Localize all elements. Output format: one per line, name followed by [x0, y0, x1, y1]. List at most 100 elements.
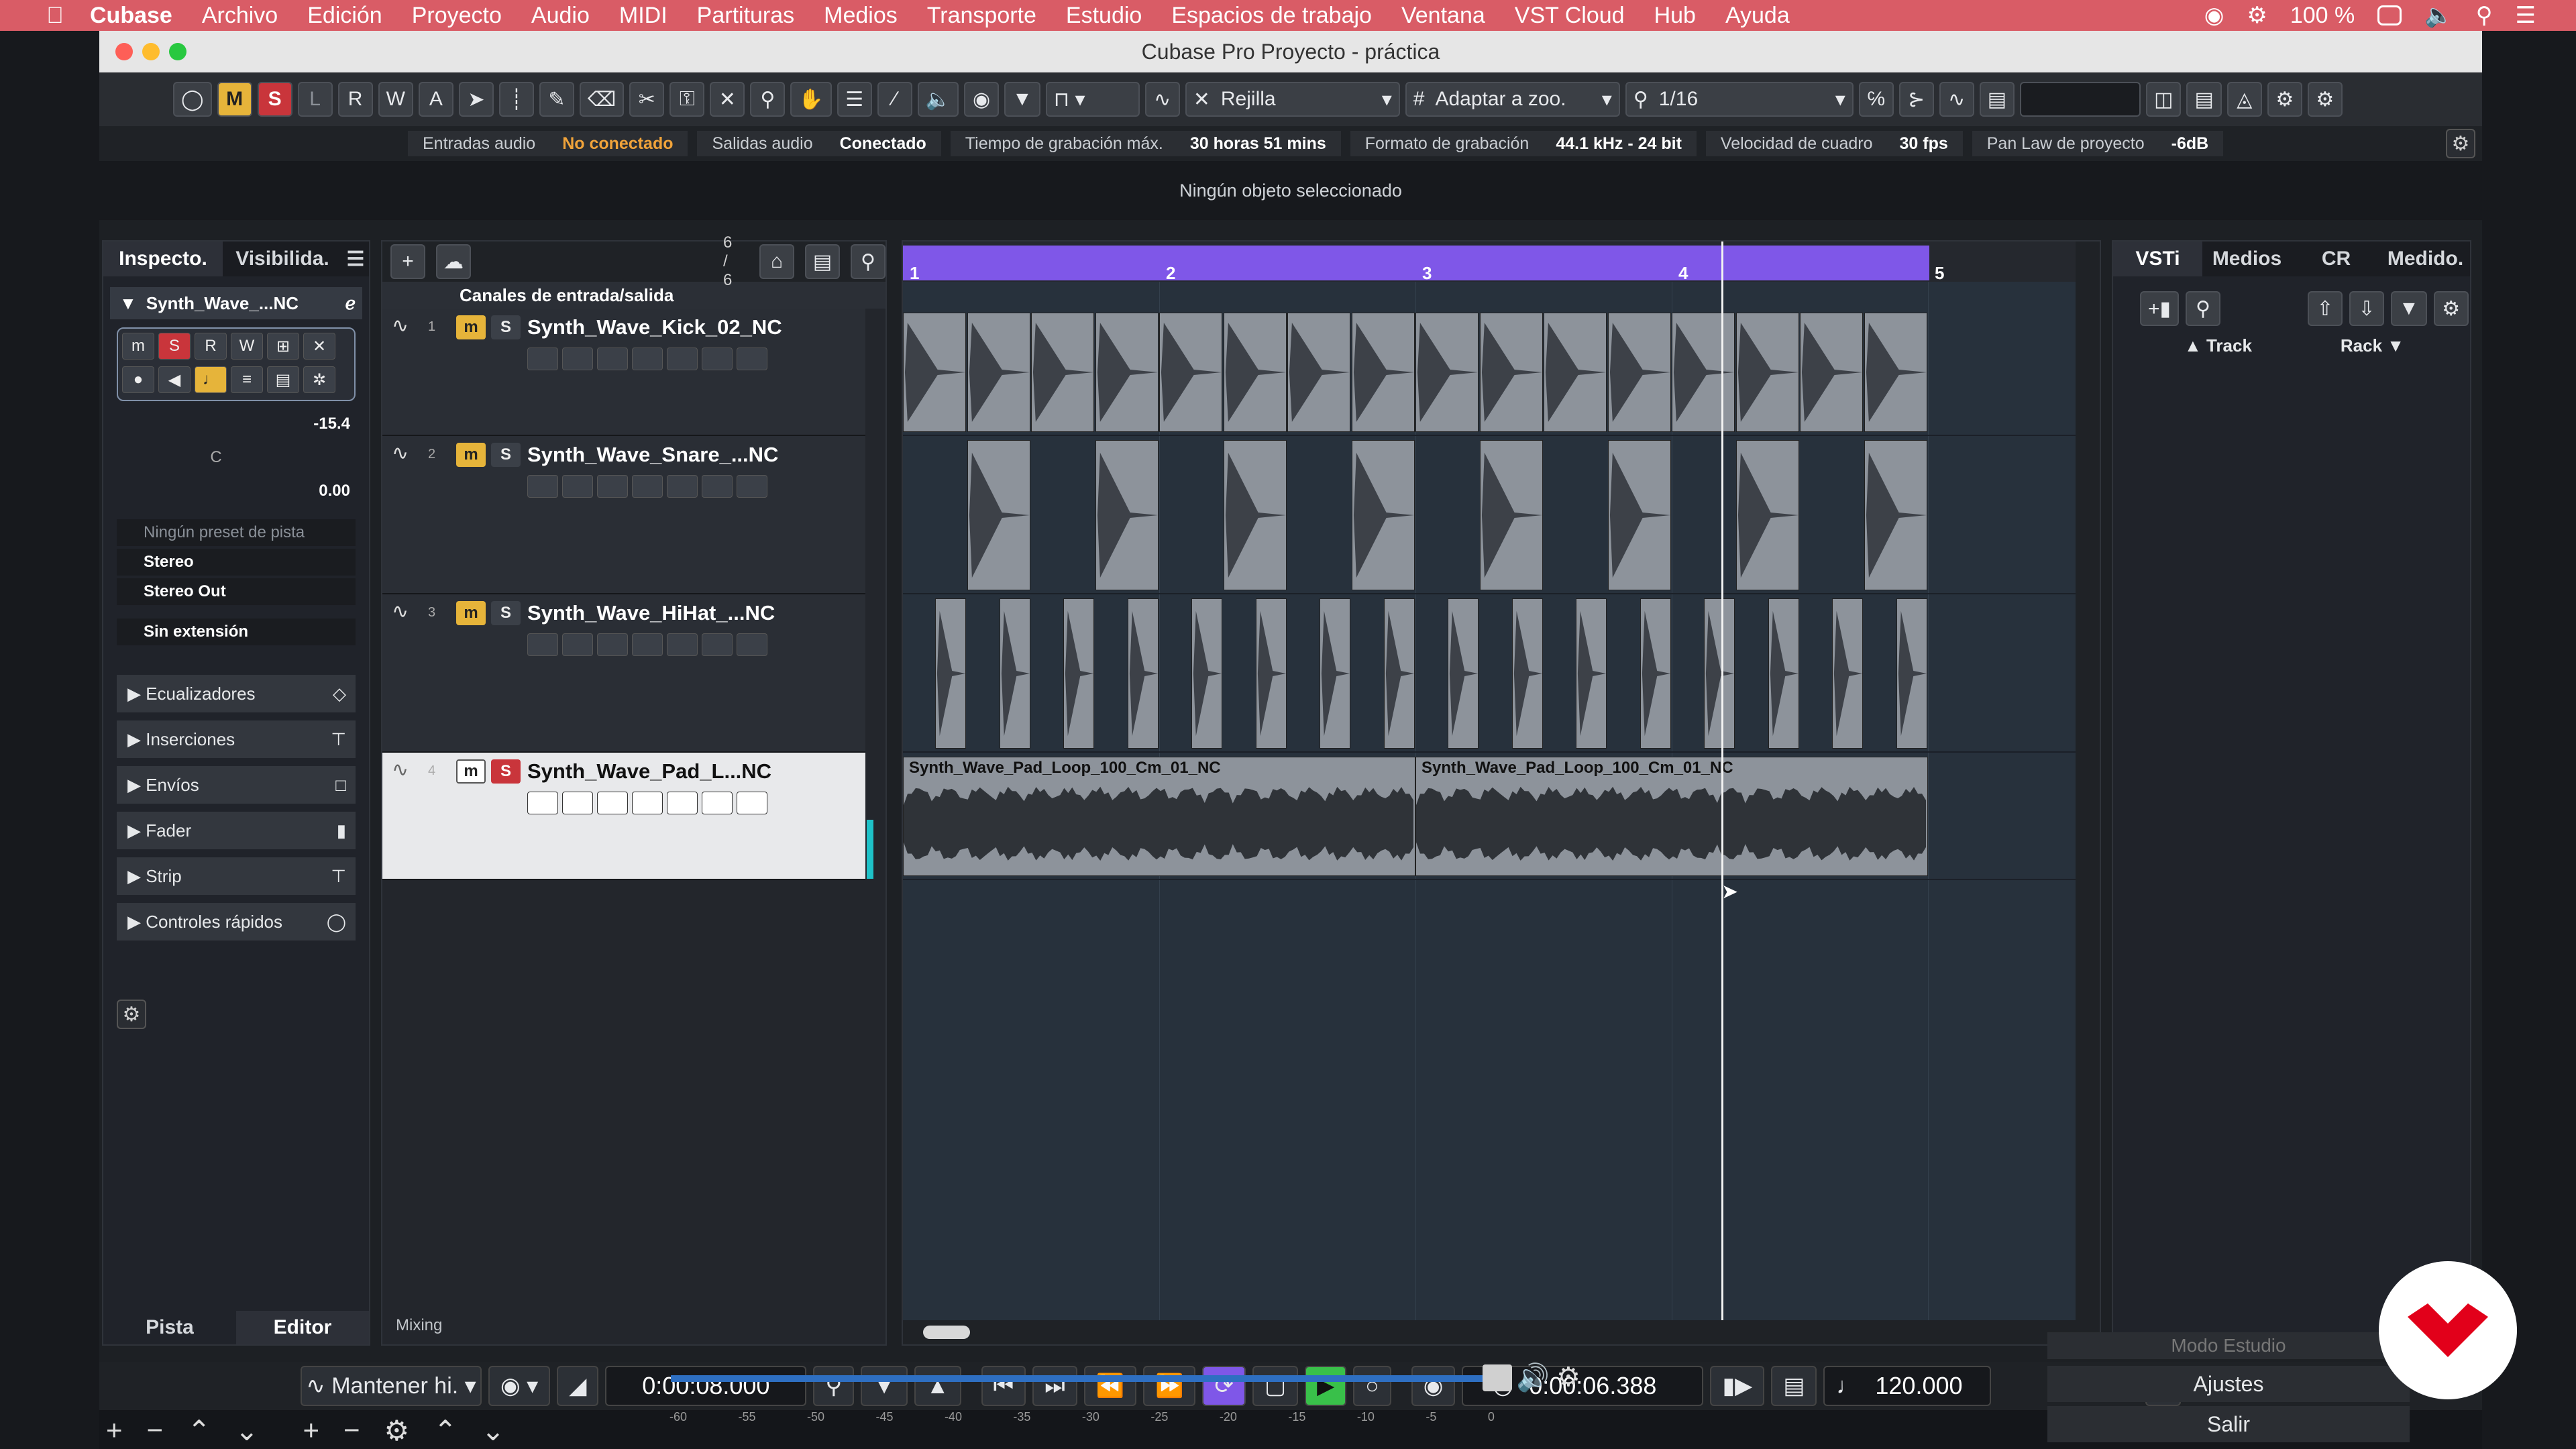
audio-event-hit[interactable] — [1255, 598, 1287, 749]
record-enable-button[interactable]: ● — [122, 366, 154, 393]
menu-audio[interactable]: Audio — [531, 3, 590, 29]
visibility-config-label[interactable]: Mixing — [396, 1316, 442, 1335]
audio-event-hit[interactable] — [1607, 440, 1671, 590]
audio-event-hit[interactable] — [1320, 598, 1350, 749]
setup-window-layout-button[interactable]: ⚙ — [2267, 82, 2302, 117]
mute-button[interactable]: m — [456, 443, 486, 467]
pan-button[interactable] — [702, 475, 733, 498]
play-tool[interactable]: 🔈 — [917, 82, 959, 117]
marker-down-button[interactable]: ▼ — [861, 1366, 908, 1406]
vertical-scrollbar[interactable] — [2076, 241, 2100, 1323]
find-instrument-button[interactable]: ⚲ — [2186, 291, 2221, 326]
audio-event-hit[interactable] — [1768, 598, 1799, 749]
tab-media[interactable]: Medios — [2202, 241, 2292, 276]
lane-button[interactable] — [667, 792, 698, 814]
audio-event-hit[interactable] — [1223, 440, 1287, 590]
master-fader-handle[interactable] — [1483, 1364, 1512, 1391]
lower-zone-toggle[interactable]: ▤ — [1979, 82, 2015, 117]
snap-toggle[interactable]: ∿ — [1144, 82, 1180, 117]
add-track-button[interactable]: + — [390, 244, 425, 279]
grid-zoom-select[interactable]: # Adaptar a zoo. ▾ — [1405, 82, 1620, 117]
audio-event-hit[interactable] — [1735, 440, 1799, 590]
audio-event-hit[interactable] — [1351, 440, 1415, 590]
audio-event-hit[interactable] — [1159, 313, 1222, 432]
read-button[interactable] — [527, 475, 558, 498]
up-icon[interactable]: ⌃ — [433, 1414, 457, 1447]
write-button[interactable]: W — [231, 333, 263, 360]
audio-event-hit[interactable] — [1063, 598, 1094, 749]
play-button[interactable]: ▶ — [1305, 1366, 1347, 1406]
write-button[interactable] — [562, 633, 593, 656]
audio-event-hit[interactable] — [1095, 440, 1159, 590]
tab-cr[interactable]: CR — [2292, 241, 2381, 276]
track-name[interactable]: Synth_Wave_Pad_L...NC — [527, 759, 771, 784]
global-solo-button[interactable]: S — [257, 82, 292, 117]
settings-button[interactable] — [737, 475, 767, 498]
automation-mode-button[interactable]: A — [418, 82, 453, 117]
edit-button[interactable] — [597, 347, 628, 370]
track-name[interactable]: Synth_Wave_Kick_02_NC — [527, 315, 782, 339]
event-display[interactable]: 1 2 3 4 5 Synth_Wave_Pad_Loop_100_Cm_01_… — [902, 240, 2101, 1346]
inspector-track-header[interactable]: ▼ Synth_Wave_...NC ℯ — [110, 287, 362, 319]
lane-button[interactable] — [667, 475, 698, 498]
edit-button[interactable] — [597, 475, 628, 498]
tab-inspector[interactable]: Inspecto. — [103, 241, 223, 276]
solo-button[interactable]: S — [158, 333, 191, 360]
audio-event-hit[interactable] — [935, 598, 966, 749]
solo-button[interactable]: S — [491, 443, 521, 467]
audio-event-hit[interactable] — [903, 313, 966, 432]
nudge-right-button[interactable]: ▤ — [1771, 1366, 1817, 1406]
audio-event-hit[interactable] — [1896, 598, 1927, 749]
apple-icon[interactable]:  — [40, 3, 70, 29]
add-icon[interactable]: + — [303, 1414, 319, 1447]
read-button[interactable] — [527, 347, 558, 370]
audio-event-hit[interactable] — [1735, 313, 1799, 432]
object-select-tool[interactable]: ➤ — [458, 82, 494, 117]
column-rack[interactable]: Rack ▼ — [2341, 335, 2404, 356]
snap-type-select[interactable]: ✕ Rejilla ▾ — [1185, 82, 1400, 117]
erase-tool[interactable]: ⌫ — [579, 82, 625, 117]
audio-event-hit[interactable] — [1479, 440, 1543, 590]
tab-editor[interactable]: Editor — [236, 1311, 369, 1344]
listen-button[interactable]: L — [297, 82, 333, 117]
battery-icon[interactable] — [2377, 5, 2402, 25]
audio-event-pad[interactable]: Synth_Wave_Pad_Loop_100_Cm_01_NC — [903, 757, 1415, 876]
visibility-agents-button[interactable]: ⌂ — [759, 244, 794, 279]
solo-button[interactable]: S — [491, 601, 521, 625]
lock-icon[interactable]: ⚲ — [813, 1366, 855, 1406]
tab-vsti[interactable]: VSTi — [2113, 241, 2202, 276]
quantize-apply-button[interactable]: ⊱ — [1898, 82, 1934, 117]
track-preset[interactable]: Ningún preset de pista — [117, 519, 356, 546]
menu-edicion[interactable]: Edición — [307, 3, 382, 29]
audio-event-hit[interactable] — [967, 440, 1030, 590]
read-button[interactable] — [527, 633, 558, 656]
audio-event-hit[interactable] — [1864, 313, 1927, 432]
link-button[interactable] — [632, 633, 663, 656]
project-cursor[interactable] — [1721, 241, 1723, 1344]
add-track-from-template-button[interactable]: ☁ — [436, 244, 471, 279]
write-button[interactable] — [562, 475, 593, 498]
audio-event-hit[interactable] — [1448, 598, 1479, 749]
quantize-select[interactable]: ⚲ 1/16 ▾ — [1625, 82, 1854, 117]
audio-event-hit[interactable] — [1640, 598, 1671, 749]
tab-meter[interactable]: Medido. — [2381, 241, 2470, 276]
lock-button[interactable]: ⊞ — [267, 333, 299, 360]
volume-icon[interactable]: 🔈 — [2424, 2, 2453, 29]
section-eq[interactable]: ▶ Ecualizadores ◇ — [117, 675, 356, 712]
audio-event-hit[interactable] — [1031, 313, 1094, 432]
wifi-icon[interactable]: ⚙ — [2247, 2, 2267, 29]
edit-channel-icon[interactable]: ℯ — [345, 293, 356, 314]
io-channels-folder[interactable]: Canales de entrada/salida — [382, 282, 885, 309]
minimize-window-button[interactable] — [142, 43, 160, 60]
audio-event-hit[interactable] — [1095, 313, 1159, 432]
audio-event-hit[interactable] — [1351, 313, 1415, 432]
menu-midi[interactable]: MIDI — [619, 3, 667, 29]
status-record-format[interactable]: Formato de grabación 44.1 kHz - 24 bit — [1350, 131, 1697, 156]
settings-icon[interactable]: ⚙ — [1556, 1362, 1580, 1393]
column-track[interactable]: ▲ Track — [2184, 335, 2252, 356]
inspector-settings-button[interactable]: ⚙ — [117, 1000, 146, 1029]
audio-event-hit[interactable] — [1479, 313, 1543, 432]
audio-event-hit[interactable] — [1383, 598, 1415, 749]
extension-field[interactable]: Sin extensión — [117, 619, 356, 645]
global-mute-button[interactable]: M — [217, 82, 252, 117]
